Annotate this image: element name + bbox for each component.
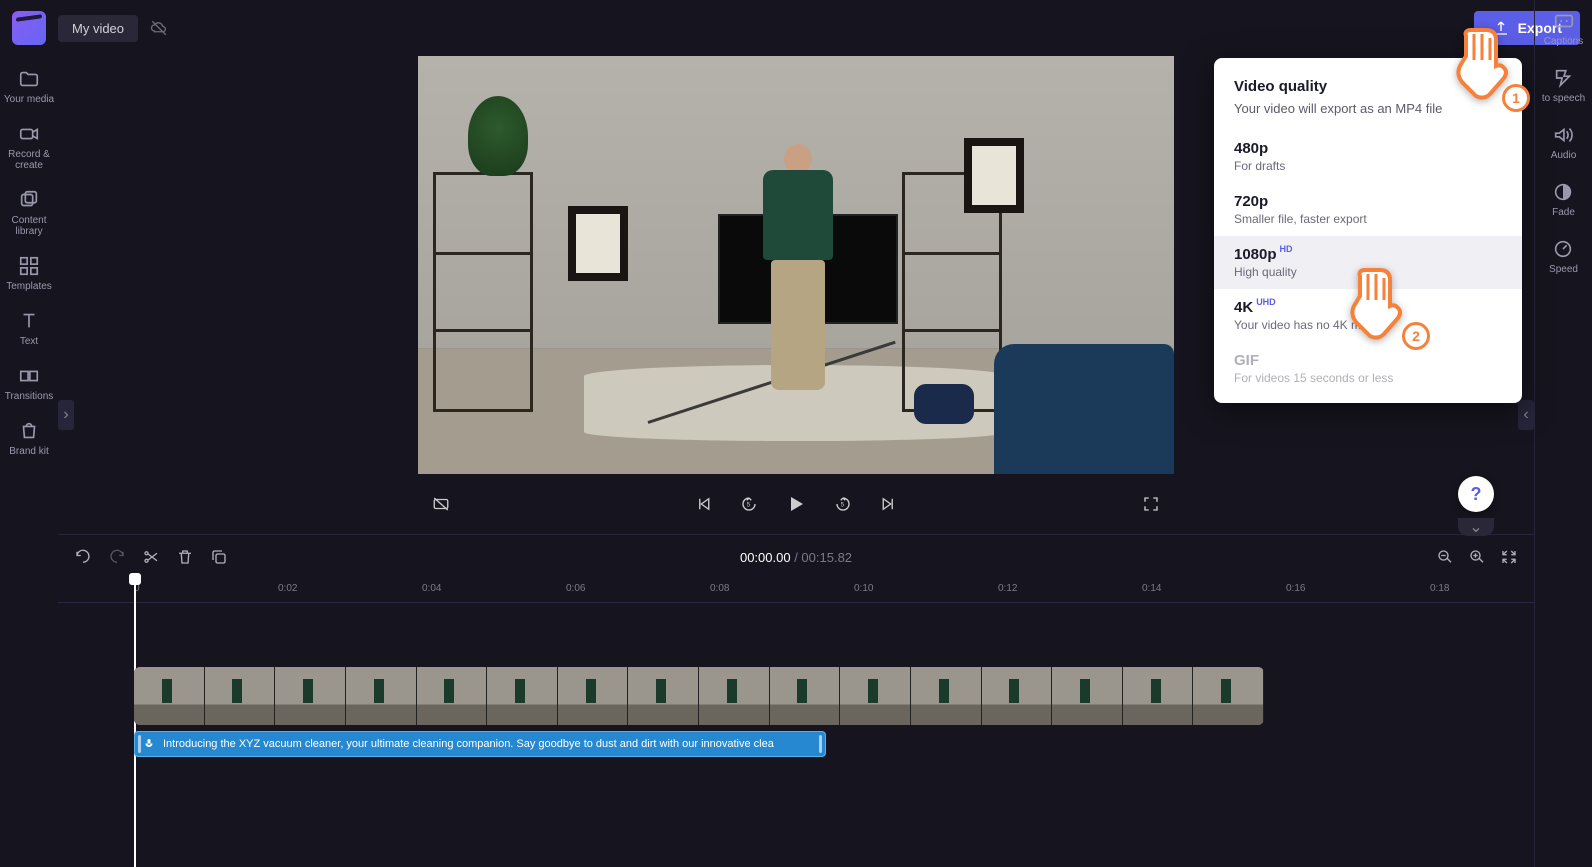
sidebar-templates[interactable]: Templates: [6, 255, 52, 292]
folder-icon: [18, 68, 40, 90]
play-button[interactable]: [780, 488, 812, 520]
sidebar-captions[interactable]: Captions: [1544, 10, 1583, 47]
sidebar-your-media[interactable]: Your media: [4, 68, 54, 105]
sidebar-record-create[interactable]: Record & create: [0, 123, 58, 171]
library-icon: [18, 189, 40, 211]
undo-icon[interactable]: [74, 548, 92, 566]
timeline-tracks: Introducing the XYZ vacuum cleaner, your…: [58, 603, 1534, 757]
speech-icon: [1553, 67, 1575, 89]
text-icon: [18, 310, 40, 332]
export-quality-popup: Video quality Your video will export as …: [1214, 58, 1522, 403]
app-logo-icon[interactable]: [12, 11, 46, 45]
left-sidebar: Your media Record & create Content libra…: [0, 56, 58, 867]
timeline-timecode: 00:00.00 / 00:15.82: [740, 550, 852, 565]
quality-option-480p[interactable]: 480pFor drafts: [1214, 130, 1522, 183]
collapse-help-icon[interactable]: ⌄: [1458, 518, 1494, 536]
audio-clip-text: Introducing the XYZ vacuum cleaner, your…: [163, 738, 774, 750]
quality-option-720p[interactable]: 720pSmaller file, faster export: [1214, 183, 1522, 236]
fit-timeline-icon[interactable]: [1500, 548, 1518, 566]
video-clip[interactable]: [134, 667, 1264, 725]
grid-icon: [18, 255, 40, 277]
zoom-in-icon[interactable]: [1468, 548, 1486, 566]
svg-text:5: 5: [841, 502, 845, 508]
sidebar-text-to-speech[interactable]: to speech: [1542, 67, 1585, 104]
speed-icon: [1552, 238, 1574, 260]
timeline-panel: 00:00.00 / 00:15.82 0 0:02 0:04 0:06 0:0…: [58, 534, 1534, 867]
delete-icon[interactable]: [176, 548, 194, 566]
sidebar-text[interactable]: Text: [18, 310, 40, 347]
annotation-pointer-1: 1: [1446, 26, 1516, 106]
svg-text:5: 5: [747, 502, 751, 508]
video-preview[interactable]: [418, 56, 1174, 474]
audio-clip[interactable]: Introducing the XYZ vacuum cleaner, your…: [134, 731, 826, 757]
sidebar-content-library[interactable]: Content library: [0, 189, 58, 237]
camera-icon: [18, 123, 40, 145]
hide-preview-icon[interactable]: [428, 491, 454, 517]
top-bar: My video Export: [0, 0, 1592, 56]
cloud-sync-icon[interactable]: [150, 19, 168, 37]
timeline-ruler[interactable]: 0 0:02 0:04 0:06 0:08 0:10 0:12 0:14 0:1…: [58, 579, 1534, 603]
voiceover-icon: [143, 738, 155, 750]
rewind-5-icon[interactable]: 5: [736, 491, 762, 517]
timeline-toolbar: 00:00.00 / 00:15.82: [58, 535, 1534, 579]
skip-forward-icon[interactable]: [874, 491, 900, 517]
sidebar-brand-kit[interactable]: Brand kit: [9, 420, 48, 457]
copy-icon[interactable]: [210, 548, 228, 566]
captions-icon: [1553, 10, 1575, 32]
quality-option-gif[interactable]: GIFFor videos 15 seconds or less: [1214, 342, 1522, 395]
sidebar-fade[interactable]: Fade: [1552, 181, 1575, 218]
project-title[interactable]: My video: [58, 15, 138, 42]
forward-5-icon[interactable]: 5: [830, 491, 856, 517]
split-icon[interactable]: [142, 548, 160, 566]
help-button[interactable]: ?: [1458, 476, 1494, 512]
sidebar-transitions[interactable]: Transitions: [5, 365, 54, 402]
fade-icon: [1552, 181, 1574, 203]
sidebar-speed[interactable]: Speed: [1549, 238, 1578, 275]
zoom-out-icon[interactable]: [1436, 548, 1454, 566]
annotation-pointer-2: 2: [1340, 266, 1410, 346]
bag-icon: [18, 420, 40, 442]
transitions-icon: [18, 365, 40, 387]
redo-icon[interactable]: [108, 548, 126, 566]
right-sidebar: Captions to speech Audio Fade Speed: [1534, 0, 1592, 867]
sidebar-audio[interactable]: Audio: [1551, 124, 1577, 161]
audio-icon: [1552, 124, 1574, 146]
playback-controls: 5 5: [418, 474, 1174, 534]
skip-back-icon[interactable]: [692, 491, 718, 517]
fullscreen-icon[interactable]: [1138, 491, 1164, 517]
